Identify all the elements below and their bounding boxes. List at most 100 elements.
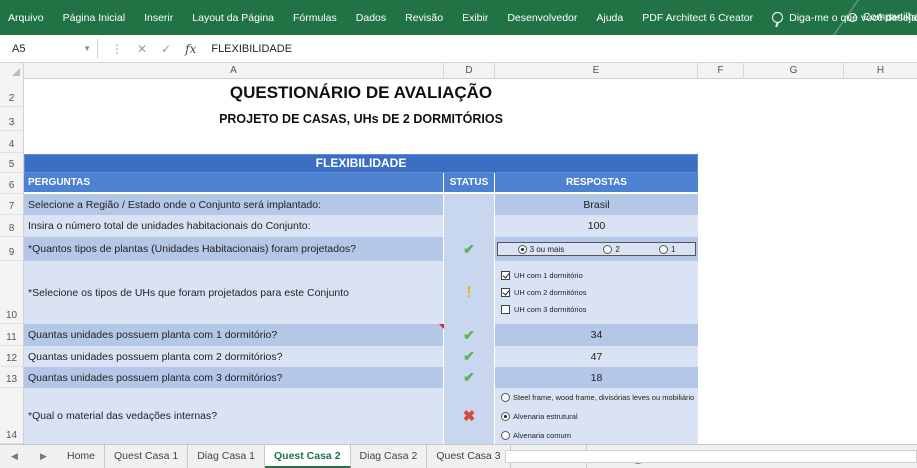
person-icon	[847, 12, 857, 22]
answer-plan-types: 3 ou mais 2 1	[495, 237, 698, 261]
tab-dados[interactable]: Dados	[356, 12, 386, 24]
checkbox-checked-icon	[501, 271, 510, 280]
column-header-f[interactable]: F	[698, 63, 744, 79]
checkbox-label: UH com 3 dormitórios	[514, 305, 587, 314]
tab-desenvolvedor[interactable]: Desenvolvedor	[507, 12, 577, 24]
question-text: Quantas unidades possuem planta com 3 do…	[24, 367, 444, 388]
select-all-corner[interactable]	[0, 63, 24, 79]
checkbox-uh-2-dormitorios[interactable]: UH com 2 dormitórios	[501, 288, 587, 297]
answer-total-units[interactable]: 100	[495, 215, 698, 237]
checkbox-checked-icon	[501, 288, 510, 297]
answer-vedacoes: Steel frame, wood frame, divisórias leve…	[495, 388, 698, 444]
row-header-2[interactable]: 2	[0, 79, 24, 107]
checkbox-label: UH com 1 dormitório	[514, 271, 583, 280]
name-box[interactable]: A5 ▼	[6, 38, 98, 59]
table-row: *Quantos tipos de plantas (Unidades Habi…	[24, 237, 698, 261]
radio-steel-frame[interactable]: Steel frame, wood frame, divisórias leve…	[501, 392, 694, 402]
row-header-5[interactable]: 5	[0, 153, 24, 173]
column-header-a[interactable]: A	[24, 63, 444, 79]
row-header-10[interactable]: 10	[0, 261, 24, 324]
status-cell	[444, 215, 495, 237]
question-text: Insira o número total de unidades habita…	[24, 215, 444, 237]
section-header[interactable]: FLEXIBILIDADE	[24, 154, 698, 173]
row-header-12[interactable]: 12	[0, 346, 24, 367]
radio-icon	[501, 392, 510, 402]
row-header-11[interactable]: 11	[0, 324, 24, 346]
check-icon: ✔	[463, 326, 475, 343]
row-header-9[interactable]: 9	[0, 237, 24, 261]
formula-input[interactable]: FLEXIBILIDADE	[211, 43, 292, 55]
comment-indicator[interactable]	[439, 324, 444, 329]
sheet-tab-quest-casa-2[interactable]: Quest Casa 2	[265, 445, 351, 468]
answer-2-dormitorios[interactable]: 47	[495, 346, 698, 367]
prev-sheet-icon[interactable]: ◀	[11, 451, 18, 462]
tab-layout-da-pagina[interactable]: Layout da Página	[192, 12, 274, 24]
checkbox-label: UH com 2 dormitórios	[514, 288, 587, 297]
page-subtitle: PROJETO DE CASAS, UHs DE 2 DORMITÓRIOS	[219, 112, 503, 126]
checkbox-uh-1-dormitorio[interactable]: UH com 1 dormitório	[501, 271, 583, 280]
tab-revisao[interactable]: Revisão	[405, 12, 443, 24]
column-header-e[interactable]: E	[495, 63, 698, 79]
radio-1[interactable]: 1	[658, 244, 676, 254]
sheet-tab-diag-casa-2[interactable]: Diag Casa 2	[351, 445, 428, 468]
radio-label: Alvenaria comum	[513, 430, 571, 440]
answer-region[interactable]: Brasil	[495, 194, 698, 215]
worksheet[interactable]: QUESTIONÁRIO DE AVALIAÇÃO PROJETO DE CAS…	[24, 79, 917, 444]
cross-icon: ✖	[462, 408, 476, 425]
insert-function-icon[interactable]: fx	[185, 42, 196, 56]
tab-inserir[interactable]: Inserir	[144, 12, 173, 24]
question-text: *Quantos tipos de plantas (Unidades Habi…	[24, 237, 444, 261]
row-header-3[interactable]: 3	[0, 107, 24, 131]
radio-label: Alvenaria estrutural	[513, 411, 578, 421]
header-answers: RESPOSTAS	[566, 177, 627, 188]
row-header-14[interactable]: 14	[0, 388, 24, 444]
cancel-icon[interactable]: ✕	[137, 42, 147, 56]
radio-3-ou-mais[interactable]: 3 ou mais	[517, 244, 564, 254]
status-cell: ✔	[444, 346, 495, 367]
next-sheet-icon[interactable]: ▶	[40, 451, 47, 462]
chevron-down-icon[interactable]: ▼	[83, 44, 91, 53]
tab-pagina-inicial[interactable]: Página Inicial	[63, 12, 125, 24]
sheet-tab-home[interactable]: Home	[58, 445, 106, 468]
share-label: Compartilhar	[862, 11, 917, 23]
row-header-8[interactable]: 8	[0, 215, 24, 237]
sheet-tab-quest-casa-3[interactable]: Quest Casa 3	[427, 445, 511, 468]
sheet-tab-quest-casa-1[interactable]: Quest Casa 1	[105, 445, 189, 468]
sheet-nav: ◀ ▶	[0, 451, 58, 462]
tab-pdf-architect[interactable]: PDF Architect 6 Creator	[642, 12, 753, 24]
question-text: Selecione a Região / Estado onde o Conju…	[24, 194, 444, 215]
radio-icon	[603, 244, 613, 254]
row-header-6[interactable]: 6	[0, 173, 24, 194]
check-icon: ✔	[463, 369, 475, 385]
tab-arquivo[interactable]: Arquivo	[8, 12, 44, 24]
row-header-7[interactable]: 7	[0, 194, 24, 215]
column-header-h[interactable]: H	[844, 63, 917, 79]
uh-types-checkbox-group: UH com 1 dormitório UH com 2 dormitórios…	[495, 267, 698, 318]
checkbox-uh-3-dormitorios[interactable]: UH com 3 dormitórios	[501, 305, 587, 314]
tab-exibir[interactable]: Exibir	[462, 12, 488, 24]
checkbox-icon	[501, 305, 510, 314]
radio-alvenaria-estrutural[interactable]: Alvenaria estrutural	[501, 411, 578, 421]
radio-label: 1	[670, 244, 676, 254]
column-header-g[interactable]: G	[744, 63, 844, 79]
page-title: QUESTIONÁRIO DE AVALIAÇÃO	[229, 83, 493, 102]
enter-icon[interactable]: ✓	[161, 42, 171, 56]
tab-ajuda[interactable]: Ajuda	[596, 12, 623, 24]
horizontal-scrollbar[interactable]	[505, 450, 917, 463]
radio-2[interactable]: 2	[603, 244, 620, 254]
row-header-4[interactable]: 4	[0, 131, 24, 153]
radio-alvenaria-comum[interactable]: Alvenaria comum	[501, 430, 571, 440]
answer-1-dormitorio[interactable]: 34	[495, 324, 698, 346]
status-cell: ✔	[444, 324, 495, 346]
radio-label: 2	[615, 244, 620, 254]
tab-formulas[interactable]: Fórmulas	[293, 12, 337, 24]
answer-3-dormitorios[interactable]: 18	[495, 367, 698, 388]
status-cell: !	[444, 261, 495, 324]
header-status: STATUS	[444, 173, 495, 192]
sheet-tab-diag-casa-1[interactable]: Diag Casa 1	[188, 445, 265, 468]
warning-icon: !	[466, 283, 472, 301]
row-header-13[interactable]: 13	[0, 367, 24, 388]
table-row: Quantas unidades possuem planta com 2 do…	[24, 346, 698, 367]
share-button[interactable]: Compartilhar	[847, 11, 917, 23]
column-header-d[interactable]: D	[444, 63, 495, 79]
